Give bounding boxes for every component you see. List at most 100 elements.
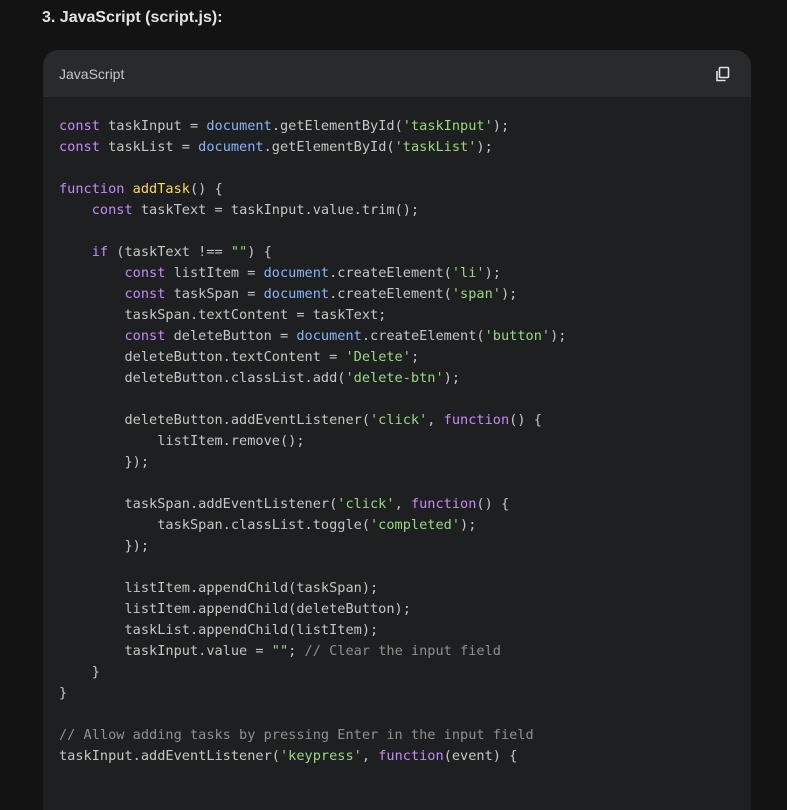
- code-token: document: [206, 118, 272, 134]
- code-line: taskSpan.textContent = taskText;: [59, 305, 735, 326]
- code-line: listItem.remove();: [59, 431, 735, 452]
- code-token: taskText = taskInput.value.trim();: [132, 202, 420, 218]
- code-line: const taskText = taskInput.value.trim();: [59, 200, 735, 221]
- code-token: .getElementById(: [271, 118, 403, 134]
- section-heading: 3. JavaScript (script.js):: [42, 9, 223, 26]
- code-line: }: [59, 683, 735, 704]
- code-token: );: [484, 265, 501, 281]
- code-token: // Clear the input field: [304, 643, 501, 659]
- code-token: "": [271, 643, 289, 659]
- code-token: deleteButton.addEventListener(: [59, 412, 370, 428]
- code-token: });: [59, 538, 150, 554]
- code-token: document: [263, 286, 330, 302]
- copy-code-button[interactable]: [711, 62, 735, 86]
- code-token: deleteButton.classList.add(: [59, 370, 346, 386]
- code-token: ,: [361, 748, 379, 764]
- code-token: taskSpan.textContent = taskText;: [59, 307, 387, 323]
- code-token: taskSpan.classList.toggle(: [59, 517, 370, 533]
- code-token: 'taskList': [394, 139, 477, 155]
- code-token: listItem.remove();: [59, 433, 305, 449]
- code-line: taskList.appendChild(listItem);: [59, 620, 735, 641]
- code-token: listItem =: [165, 265, 264, 281]
- code-token: document: [198, 139, 264, 155]
- code-token: taskList =: [99, 139, 199, 155]
- code-token: .createElement(: [329, 286, 452, 302]
- code-line: });: [59, 452, 735, 473]
- code-line: taskSpan.classList.toggle('completed');: [59, 515, 735, 536]
- code-token: ,: [394, 496, 411, 512]
- code-line: if (taskText !== "") {: [59, 242, 735, 263]
- code-token: 'li': [451, 265, 485, 281]
- code-line: // Allow adding tasks by pressing Enter …: [59, 725, 735, 746]
- code-token: const: [59, 139, 100, 155]
- code-line: const deleteButton = document.createElem…: [59, 326, 735, 347]
- code-token: function: [443, 412, 510, 428]
- code-token: 'completed': [370, 517, 461, 533]
- code-line: taskInput.value = ""; // Clear the input…: [59, 641, 735, 662]
- code-token: taskSpan =: [165, 286, 264, 302]
- code-token: );: [476, 139, 493, 155]
- code-block: JavaScript const taskInput = document.ge…: [43, 50, 751, 810]
- code-token: 'Delete': [345, 349, 411, 365]
- code-token: deleteButton.textContent =: [59, 349, 346, 365]
- code-token: function: [378, 748, 444, 764]
- code-token: 'click': [337, 496, 395, 512]
- code-token: () {: [476, 496, 510, 512]
- code-token: ;: [288, 643, 305, 659]
- code-token: () {: [189, 181, 223, 197]
- code-line: const taskInput = document.getElementByI…: [59, 116, 735, 137]
- code-line: deleteButton.addEventListener('click', f…: [59, 410, 735, 431]
- code-token: function: [59, 181, 125, 197]
- code-token: (taskText !==: [108, 244, 231, 260]
- code-token: );: [460, 517, 477, 533]
- code-token: 'delete-btn': [345, 370, 444, 386]
- code-line: function addTask() {: [59, 179, 735, 200]
- code-token: ,: [427, 412, 444, 428]
- code-token: function: [410, 496, 477, 512]
- code-token: .createElement(: [361, 328, 485, 344]
- code-token: 'keypress': [279, 748, 362, 764]
- code-token: 'span': [451, 286, 501, 302]
- code-token: document: [296, 328, 362, 344]
- code-body: const taskInput = document.getElementByI…: [43, 98, 751, 767]
- code-line: deleteButton.classList.add('delete-btn')…: [59, 368, 735, 389]
- code-token: document: [263, 265, 330, 281]
- code-token: );: [550, 328, 567, 344]
- code-block-header: JavaScript: [43, 50, 751, 98]
- code-token: const: [124, 286, 166, 302]
- code-token: () {: [509, 412, 542, 428]
- code-line: const taskSpan = document.createElement(…: [59, 284, 735, 305]
- code-token: );: [492, 118, 510, 134]
- code-token: listItem.appendChild(deleteButton);: [59, 601, 411, 617]
- code-token: deleteButton =: [165, 328, 297, 344]
- code-line: }: [59, 662, 735, 683]
- code-line: taskInput.addEventListener('keypress', f…: [59, 746, 735, 767]
- code-content: const taskInput = document.getElementByI…: [59, 116, 735, 767]
- copy-icon: [716, 66, 730, 81]
- code-token: "": [230, 244, 248, 260]
- code-token: taskInput =: [99, 118, 207, 134]
- code-token: ;: [410, 349, 420, 365]
- code-line: const listItem = document.createElement(…: [59, 263, 735, 284]
- code-line: taskSpan.addEventListener('click', funct…: [59, 494, 735, 515]
- code-token: // Allow adding tasks by pressing Enter …: [59, 727, 534, 743]
- code-token: taskInput.addEventListener(: [59, 748, 280, 764]
- code-token: taskList.appendChild(listItem);: [59, 622, 379, 638]
- code-token: 'button': [484, 328, 551, 344]
- code-line: });: [59, 536, 735, 557]
- code-token: }: [59, 664, 100, 680]
- code-line: listItem.appendChild(deleteButton);: [59, 599, 735, 620]
- code-token: 'click': [370, 412, 428, 428]
- code-token: );: [500, 286, 518, 302]
- code-token: const: [91, 202, 133, 218]
- code-token: });: [59, 454, 150, 470]
